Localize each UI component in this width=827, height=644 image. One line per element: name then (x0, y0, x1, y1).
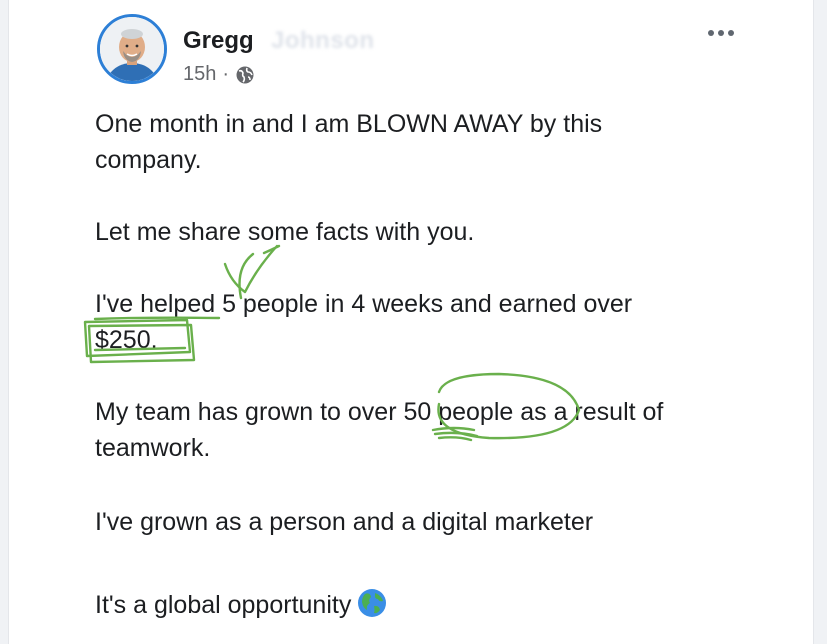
more-dots-icon (708, 30, 714, 36)
avatar-image (100, 17, 164, 81)
post-card: Gregg Johnson 15h · One month in and I a… (8, 0, 814, 644)
more-dots-icon (718, 30, 724, 36)
post-line: $250. (95, 326, 158, 354)
post-line: One month in and I am BLOWN AWAY by this (95, 110, 603, 138)
handwritten-annotations (83, 244, 581, 442)
post-line: My team has grown to over 50 people as a… (95, 398, 664, 426)
meta-separator: · (222, 63, 230, 85)
globe-icon[interactable] (235, 65, 255, 85)
post-line: company. (95, 146, 202, 174)
post-line-with-emoji: It's a global opportunity (95, 588, 387, 620)
annotation-scribble (431, 426, 479, 442)
post-time[interactable]: 15h (183, 63, 216, 86)
post-line: Let me share some facts with you. (95, 218, 475, 246)
more-options-button[interactable] (699, 22, 743, 44)
annotation-checkmark (223, 244, 281, 294)
post-line: teamwork. (95, 434, 211, 462)
more-dots-icon (728, 30, 734, 36)
post-meta: 15h · (183, 63, 255, 86)
avatar[interactable] (97, 14, 167, 84)
earth-globe-emoji-icon (358, 589, 387, 617)
post-line: I've helped 5 people in 4 weeks and earn… (95, 290, 633, 318)
author-name-blurred: Johnson (271, 27, 375, 54)
author-name[interactable]: Gregg (183, 27, 254, 55)
post-line: It's a global opportunity (95, 591, 352, 619)
post-line: I've grown as a person and a digital mar… (95, 508, 594, 536)
